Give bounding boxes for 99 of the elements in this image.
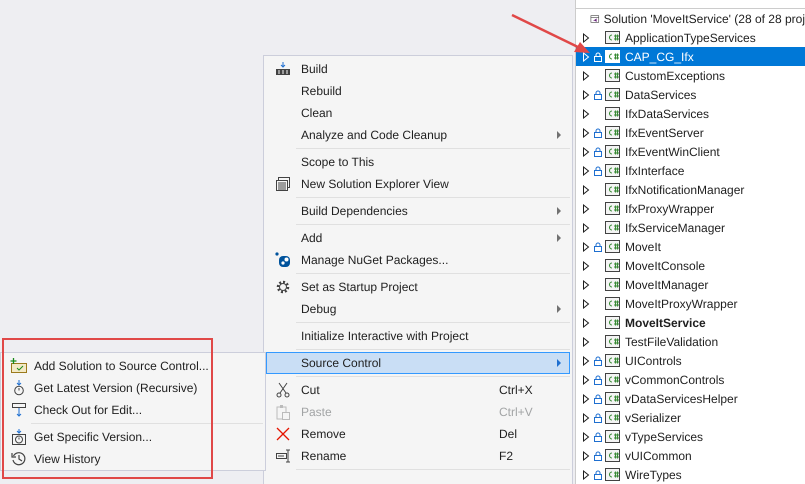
menu-item[interactable]: Build Dependencies <box>266 200 570 222</box>
project-item[interactable]: ApplicationTypeServices <box>576 28 805 47</box>
menu-item[interactable]: Check Out for Edit... <box>3 399 263 421</box>
lock-icon <box>594 146 602 156</box>
settings-icon <box>275 279 291 295</box>
project-item[interactable]: vCommonControls <box>576 370 805 389</box>
csharp-project-icon <box>605 107 620 120</box>
csharp-project-icon <box>605 240 620 253</box>
project-item[interactable]: IfxInterface <box>576 161 805 180</box>
lock-icon <box>594 128 602 138</box>
project-item[interactable]: vDataServicesHelper <box>576 389 805 408</box>
csharp-project-icon <box>605 392 620 405</box>
csharp-project-icon <box>605 145 620 158</box>
project-item[interactable]: IfxServiceManager <box>576 218 805 237</box>
csharp-project-icon <box>605 183 620 196</box>
project-item[interactable]: UIControls <box>576 351 805 370</box>
lock-icon <box>594 242 602 252</box>
project-item[interactable]: MoveItConsole <box>576 256 805 275</box>
build-icon <box>275 61 291 77</box>
menu-item[interactable]: Add <box>266 227 570 249</box>
csharp-project-icon <box>605 335 620 348</box>
check-out-icon <box>11 402 27 418</box>
project-item[interactable]: IfxEventServer <box>576 123 805 142</box>
csharp-project-icon <box>605 468 620 481</box>
package-icon <box>275 252 291 268</box>
csharp-project-icon <box>605 88 620 101</box>
menu-item[interactable]: Analyze and Code Cleanup <box>266 124 570 146</box>
menu-item[interactable]: Build <box>266 58 570 80</box>
add-folder-icon <box>10 358 28 374</box>
csharp-project-icon <box>605 259 620 272</box>
lock-icon <box>594 52 602 62</box>
menu-item[interactable]: Cut Ctrl+X <box>266 379 570 401</box>
project-item[interactable]: IfxNotificationManager <box>576 180 805 199</box>
project-item[interactable]: CAP_CG_Ifx <box>576 47 805 66</box>
window-list-icon <box>275 176 291 192</box>
shortcut-label: Del <box>499 427 518 441</box>
stopwatch-icon <box>11 429 27 445</box>
csharp-project-icon <box>605 202 620 215</box>
menu-item[interactable]: Rebuild <box>266 80 570 102</box>
lock-icon <box>594 356 602 366</box>
csharp-project-icon <box>605 354 620 367</box>
menu-item[interactable]: Source Control <box>266 352 570 374</box>
csharp-project-icon <box>605 221 620 234</box>
csharp-project-icon <box>605 69 620 82</box>
menu-item[interactable]: Initialize Interactive with Project <box>266 325 570 347</box>
lock-icon <box>594 450 602 460</box>
project-item[interactable]: IfxEventWinClient <box>576 142 805 161</box>
close-icon <box>275 426 291 442</box>
menu-item[interactable]: New Solution Explorer View <box>266 173 570 195</box>
menu-item[interactable]: Get Latest Version (Recursive) <box>3 377 263 399</box>
csharp-project-icon <box>605 411 620 424</box>
project-item[interactable]: MoveItManager <box>576 275 805 294</box>
project-item[interactable]: vTypeServices <box>576 427 805 446</box>
menu-item[interactable]: Manage NuGet Packages... <box>266 249 570 271</box>
project-item[interactable]: IfxProxyWrapper <box>576 199 805 218</box>
project-item[interactable]: MoveItProxyWrapper <box>576 294 805 313</box>
csharp-project-icon <box>605 449 620 462</box>
csharp-project-icon <box>605 373 620 386</box>
project-item[interactable]: IfxDataServices <box>576 104 805 123</box>
menu-item[interactable]: Scope to This <box>266 151 570 173</box>
lock-icon <box>594 394 602 404</box>
menu-item[interactable]: Get Specific Version... <box>3 426 263 448</box>
lock-icon <box>594 374 602 384</box>
project-item[interactable]: WireTypes <box>576 465 805 484</box>
lock-icon <box>594 412 602 422</box>
menu-item[interactable]: Rename F2 <box>266 445 570 467</box>
scissors-icon <box>275 382 291 398</box>
history-icon <box>11 451 27 467</box>
shortcut-label: Ctrl+V <box>499 405 534 419</box>
csharp-project-icon <box>605 430 620 443</box>
shortcut-label: F2 <box>499 449 514 463</box>
menu-item[interactable]: Debug <box>266 298 570 320</box>
lock-icon <box>594 90 602 100</box>
clipboard-icon <box>275 404 291 420</box>
csharp-project-icon <box>605 278 620 291</box>
csharp-project-icon <box>605 126 620 139</box>
project-item[interactable]: vUICommon <box>576 446 805 465</box>
lock-icon <box>594 470 602 480</box>
project-item[interactable]: vSerializer <box>576 408 805 427</box>
csharp-project-icon <box>605 297 620 310</box>
csharp-project-icon <box>605 50 620 63</box>
lock-icon <box>594 166 602 176</box>
csharp-project-icon <box>605 164 620 177</box>
menu-item[interactable]: View History <box>3 448 263 470</box>
menu-item[interactable]: Remove Del <box>266 423 570 445</box>
csharp-project-icon <box>605 31 620 44</box>
rename-icon <box>275 448 291 464</box>
solution-label[interactable]: Solution 'MoveItService' (28 of 28 proj <box>604 12 805 26</box>
menu-item[interactable]: Set as Startup Project <box>266 276 570 298</box>
project-item[interactable]: CustomExceptions <box>576 66 805 85</box>
menu-item[interactable]: Add Solution to Source Control... <box>3 355 263 377</box>
project-item[interactable]: MoveItService <box>576 313 805 332</box>
lock-icon <box>594 432 602 442</box>
project-item[interactable]: MoveIt <box>576 237 805 256</box>
project-item[interactable]: TestFileValidation <box>576 332 805 351</box>
shortcut-label: Ctrl+X <box>499 383 534 397</box>
csharp-project-icon <box>605 316 620 329</box>
menu-item[interactable]: Clean <box>266 102 570 124</box>
project-item[interactable]: DataServices <box>576 85 805 104</box>
